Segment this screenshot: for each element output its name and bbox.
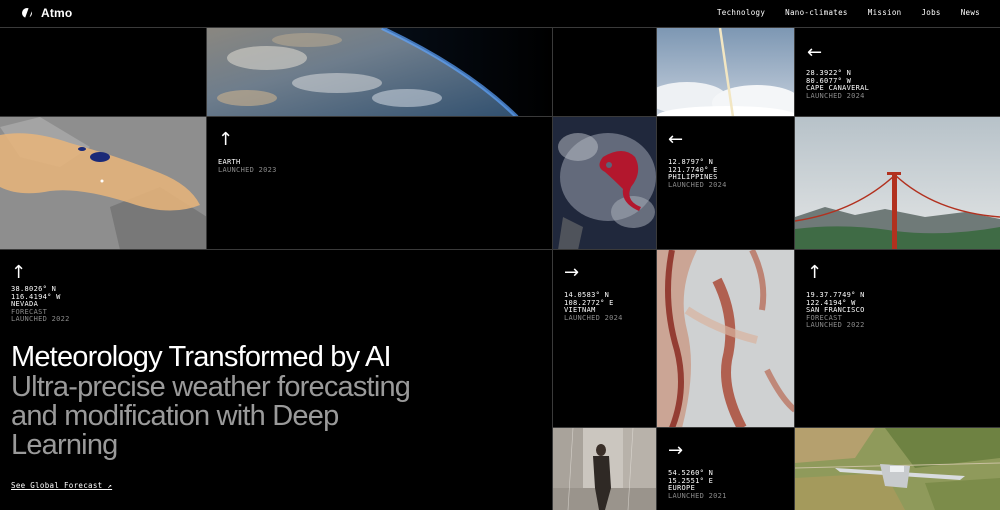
- arrow-right-icon: →: [668, 440, 684, 461]
- brand-name: Atmo: [41, 6, 73, 20]
- nav-nano-climates[interactable]: Nano-climates: [785, 8, 848, 17]
- tile-philippines[interactable]: ← 12.8797° N 121.7740° E PHILIPPINES LAU…: [657, 117, 795, 250]
- nav-mission[interactable]: Mission: [868, 8, 902, 17]
- location-coordinates: EARTH LAUNCHED 2023: [218, 158, 277, 174]
- typhoon-satellite-image: [553, 117, 657, 250]
- arrow-left-icon: ←: [668, 129, 684, 150]
- nav-technology[interactable]: Technology: [717, 8, 765, 17]
- hero-subtitle: Ultra-precise weather forecasting and mo…: [11, 371, 411, 461]
- hero-title: Meteorology Transformed by AI: [11, 341, 392, 373]
- nevada-terrain-map-image: [0, 117, 207, 250]
- brand-logo[interactable]: Atmo: [22, 6, 72, 20]
- tile-san-francisco[interactable]: ↑ 19.37.7749° N 122.4194° W SAN FRANCISC…: [795, 250, 1000, 428]
- location-coordinates-nevada: 38.8026° N 116.4194° W NEVADA FORECAST L…: [11, 285, 70, 324]
- arrow-up-icon: ↑: [807, 262, 823, 283]
- location-coordinates: 12.8797° N 121.7740° E PHILIPPINES LAUNC…: [668, 158, 727, 189]
- empty-tile: [0, 28, 207, 117]
- tile-earth[interactable]: ↑ EARTH LAUNCHED 2023: [207, 117, 553, 250]
- location-coordinates: 19.37.7749° N 122.4194° W SAN FRANCISCO …: [806, 291, 865, 330]
- location-coordinates: 28.3922° N 80.6077° W CAPE CANAVERAL LAU…: [806, 69, 870, 100]
- nav-jobs[interactable]: Jobs: [921, 8, 940, 17]
- earth-orbit-image: [207, 28, 553, 117]
- rocket-launch-image: [657, 28, 795, 117]
- arrow-right-icon: →: [564, 262, 580, 283]
- tile-cape-canaveral[interactable]: ← 28.3922° N 80.6077° W CAPE CANAVERAL L…: [795, 28, 1000, 117]
- arrow-up-icon: ↑: [11, 262, 27, 283]
- nav-news[interactable]: News: [961, 8, 980, 17]
- drone-over-fields-image: [795, 428, 1000, 510]
- main-nav: Technology Nano-climates Mission Jobs Ne…: [717, 8, 980, 17]
- tile-vietnam[interactable]: → 14.0583° N 108.2772° E VIETNAM LAUNCHE…: [553, 250, 657, 428]
- see-global-forecast-link[interactable]: See Global Forecast ↗: [11, 481, 112, 490]
- arrow-up-icon: ↑: [218, 129, 234, 150]
- terrain-heatmap-image: [657, 250, 795, 428]
- atmo-logo-icon: [22, 7, 36, 19]
- empty-tile: [553, 28, 657, 117]
- tile-europe[interactable]: → 54.5260° N 15.2551° E EUROPE LAUNCHED …: [657, 428, 795, 510]
- site-header: Atmo Technology Nano-climates Mission Jo…: [0, 0, 1000, 28]
- arrow-left-icon: ←: [807, 42, 823, 63]
- golden-gate-bridge-image: [795, 117, 1000, 250]
- location-coordinates: 14.0583° N 108.2772° E VIETNAM LAUNCHED …: [564, 291, 623, 322]
- location-coordinates: 54.5260° N 15.2551° E EUROPE LAUNCHED 20…: [668, 469, 727, 500]
- person-in-rain-image: [553, 428, 657, 510]
